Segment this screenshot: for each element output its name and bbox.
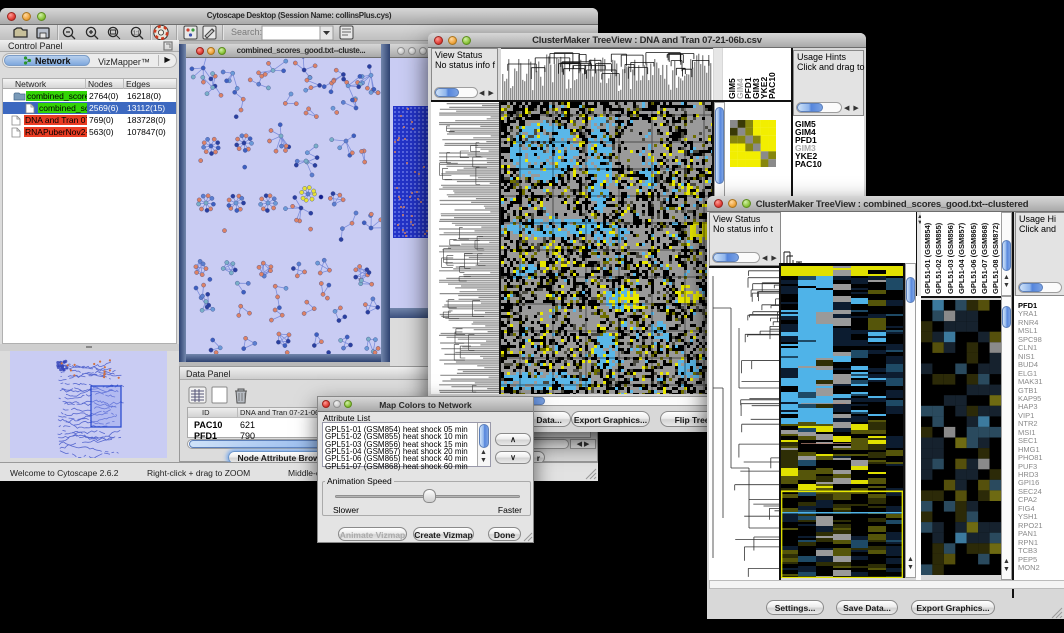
svg-text:Search:: Search: [231, 27, 262, 37]
svg-text:1:1: 1:1 [133, 31, 140, 37]
